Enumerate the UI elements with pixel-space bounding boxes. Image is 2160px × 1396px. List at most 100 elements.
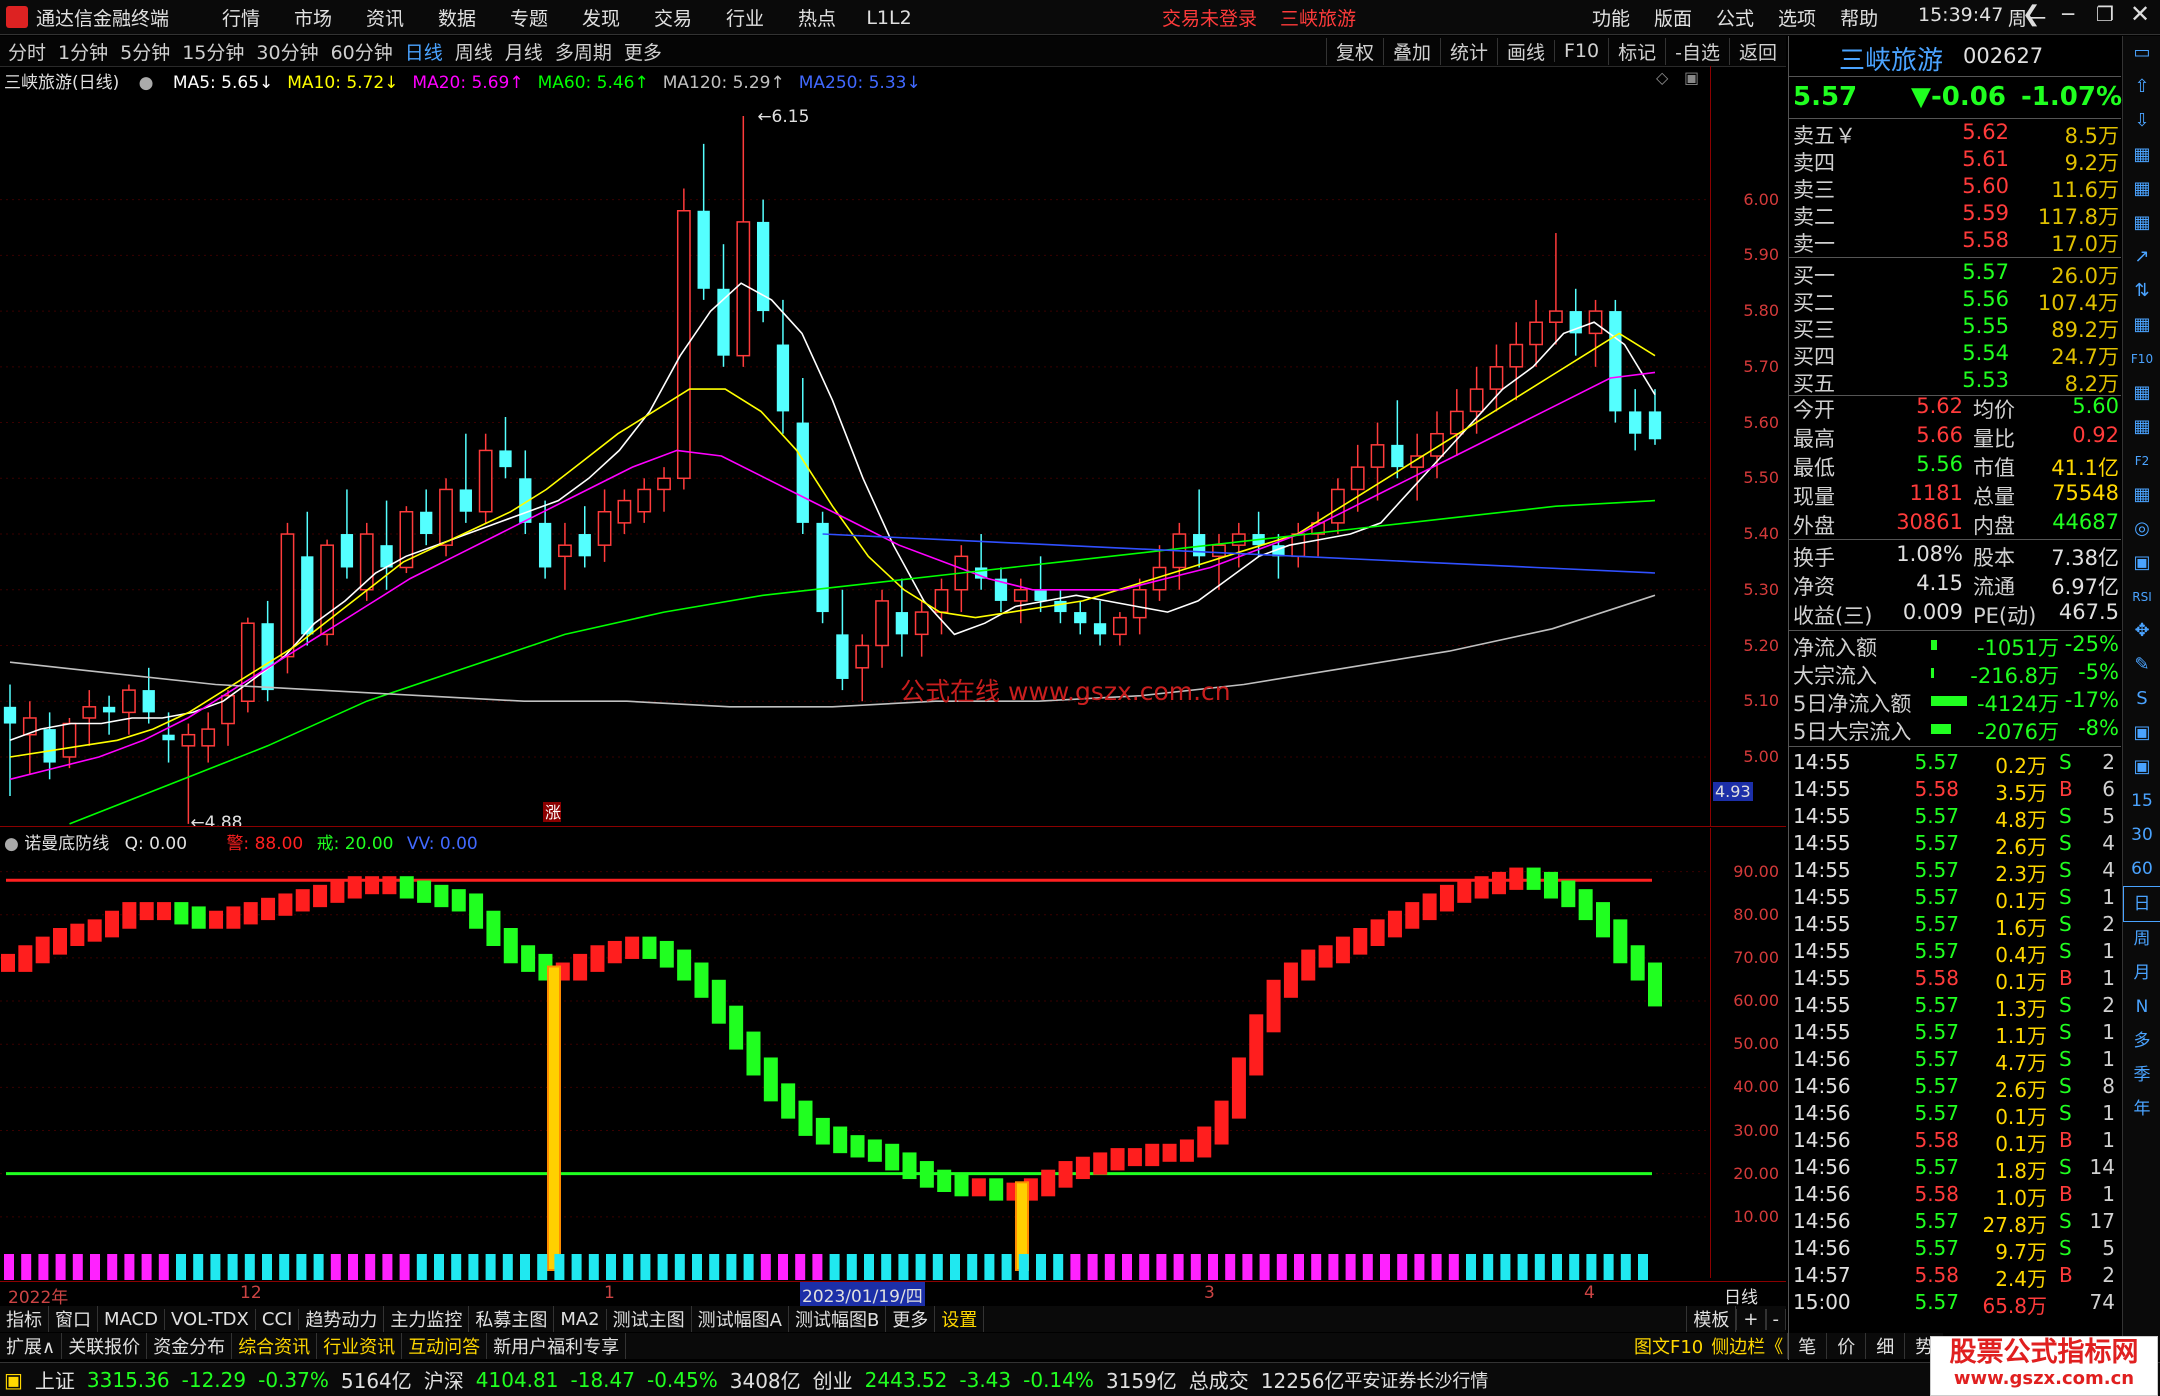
indicator-tab-1[interactable]: 窗口 (49, 1306, 98, 1332)
tool-button-0[interactable]: 复权 (1325, 37, 1383, 65)
tool-button-4[interactable]: F10 (1554, 40, 1608, 62)
menu-item-3[interactable]: 数据 (421, 4, 493, 31)
sidebar-tool-icon[interactable]: ▦ (2123, 172, 2160, 206)
sidebar-tool-icon[interactable]: ▦ (2123, 206, 2160, 240)
sidebar-tool-icon[interactable]: ▦ (2123, 410, 2160, 444)
period-tab-3[interactable]: 15分钟 (176, 38, 250, 65)
sidebar-tool-icon[interactable]: ↗ (2123, 240, 2160, 274)
menu-item-6[interactable]: 交易 (637, 4, 709, 31)
expand-icon[interactable]: ▣ (4, 1368, 23, 1392)
side-tab-1[interactable]: 侧边栏《 (1707, 1333, 1787, 1359)
minimize-icon[interactable]: ─ (2062, 2, 2074, 26)
sidebar-tool-icon[interactable]: ▦ (2123, 308, 2160, 342)
close-icon[interactable]: ✕ (2130, 0, 2150, 28)
menu-item-9[interactable]: L1L2 (853, 7, 925, 29)
indicator-tab-3[interactable]: VOL-TDX (165, 1308, 256, 1330)
period-tab-4[interactable]: 30分钟 (250, 38, 324, 65)
sidebar-tool-icon[interactable]: ⇩ (2123, 104, 2160, 138)
menu-item-1[interactable]: 市场 (277, 4, 349, 31)
sidebar-tool-icon[interactable]: ✥ (2123, 614, 2160, 648)
right-menu-item-1[interactable]: 版面 (1654, 4, 1692, 31)
right-menu-item-2[interactable]: 公式 (1716, 4, 1754, 31)
period-tab-7[interactable]: 周线 (449, 38, 499, 65)
period-tab-10[interactable]: 更多 (618, 38, 668, 65)
tool-button-6[interactable]: -自选 (1665, 37, 1729, 65)
period-tab-6[interactable]: 日线 (399, 38, 449, 65)
side-tab-0[interactable]: 图文F10 (1630, 1333, 1707, 1359)
indicator-tab-5[interactable]: 趋势动力 (299, 1306, 385, 1332)
candlestick-chart[interactable]: ←6.15 ←4.88 公式在线 www.gszx.com.cn 涨 (0, 86, 1708, 826)
period-tab-1[interactable]: 1分钟 (52, 38, 114, 65)
menu-item-0[interactable]: 行情 (205, 4, 277, 31)
info-tab-2[interactable]: 资金分布 (147, 1333, 233, 1359)
sidebar-tool-icon[interactable]: ▣ (2123, 546, 2160, 580)
sidebar-tool-icon[interactable]: ▦ (2123, 138, 2160, 172)
tab-right-2[interactable]: - (1765, 1308, 1786, 1330)
period-tab-5[interactable]: 60分钟 (325, 38, 399, 65)
sidebar-tool-icon[interactable]: ▣ (2123, 750, 2160, 784)
login-status[interactable]: 交易未登录 (1162, 4, 1257, 31)
indicator-tab-11[interactable]: 测试幅图B (789, 1306, 887, 1332)
indicator-tab-13[interactable]: 设置 (935, 1306, 985, 1332)
sidebar-tool-icon[interactable]: F2 (2123, 444, 2160, 478)
menu-item-4[interactable]: 专题 (493, 4, 565, 31)
period-side-1[interactable]: 30 (2123, 818, 2160, 852)
period-tab-8[interactable]: 月线 (499, 38, 549, 65)
period-side-6[interactable]: N (2123, 990, 2160, 1024)
sh-name[interactable]: 上证 (35, 1365, 75, 1394)
indicator-tab-4[interactable]: CCI (256, 1308, 300, 1330)
sidebar-tool-icon[interactable]: ⇅ (2123, 274, 2160, 308)
period-side-8[interactable]: 季 (2123, 1058, 2160, 1092)
menu-item-8[interactable]: 热点 (781, 4, 853, 31)
indicator-tab-9[interactable]: 测试主图 (607, 1306, 692, 1332)
tool-button-1[interactable]: 叠加 (1382, 37, 1440, 65)
menu-item-2[interactable]: 资讯 (349, 4, 421, 31)
info-tab-1[interactable]: 关联报价 (62, 1333, 148, 1359)
sidebar-tool-icon[interactable]: ▦ (2123, 376, 2160, 410)
sidebar-tool-icon[interactable]: ▭ (2123, 36, 2160, 70)
period-side-4[interactable]: 周 (2123, 922, 2160, 956)
tool-button-3[interactable]: 画线 (1496, 37, 1554, 65)
period-side-7[interactable]: 多 (2123, 1024, 2160, 1058)
indicator-tab-7[interactable]: 私募主图 (469, 1306, 555, 1332)
period-side-9[interactable]: 年 (2123, 1092, 2160, 1126)
indicator-tab-10[interactable]: 测试幅图A (692, 1306, 789, 1332)
sidebar-tool-icon[interactable]: ✎ (2123, 648, 2160, 682)
norman-indicator-chart[interactable] (0, 828, 1708, 1280)
window-icon[interactable]: ▣ (1684, 68, 1699, 87)
restore-icon[interactable]: ❐ (2096, 2, 2114, 26)
sidebar-tool-icon[interactable]: ⇧ (2123, 70, 2160, 104)
indicator-tab-6[interactable]: 主力监控 (384, 1306, 470, 1332)
period-side-2[interactable]: 60 (2123, 852, 2160, 886)
info-tab-3[interactable]: 综合资讯 (232, 1333, 318, 1359)
period-tab-0[interactable]: 分时 (2, 38, 52, 65)
right-menu-item-0[interactable]: 功能 (1592, 4, 1630, 31)
sidebar-tool-icon[interactable]: F10 (2123, 342, 2160, 376)
tool-button-7[interactable]: 返回 (1728, 37, 1786, 65)
info-tab-4[interactable]: 行业资讯 (317, 1333, 403, 1359)
sidebar-tool-icon[interactable]: ▦ (2123, 478, 2160, 512)
indicator-tab-8[interactable]: MA2 (554, 1308, 607, 1330)
sidebar-tool-icon[interactable]: ◎ (2123, 512, 2160, 546)
tab-right-1[interactable]: + (1736, 1308, 1766, 1330)
indicator-tab-0[interactable]: 指标 (0, 1306, 49, 1332)
period-tab-2[interactable]: 5分钟 (114, 38, 176, 65)
back-icon[interactable]: ❮ (2022, 2, 2040, 27)
right-menu-item-3[interactable]: 选项 (1778, 4, 1816, 31)
sidebar-tool-icon[interactable]: ▣ (2123, 716, 2160, 750)
sidebar-tool-icon[interactable]: S (2123, 682, 2160, 716)
indicator-tab-12[interactable]: 更多 (886, 1306, 936, 1332)
menu-item-7[interactable]: 行业 (709, 4, 781, 31)
sidebar-tool-icon[interactable]: RSI (2123, 580, 2160, 614)
info-tab-5[interactable]: 互动问答 (402, 1333, 488, 1359)
info-tab-0[interactable]: 扩展∧ (0, 1333, 63, 1359)
menu-item-5[interactable]: 发现 (565, 4, 637, 31)
tab-right-0[interactable]: 模板 (1686, 1306, 1737, 1332)
indicator-tab-2[interactable]: MACD (98, 1308, 165, 1330)
period-side-3[interactable]: 日 (2123, 886, 2160, 922)
info-tab-6[interactable]: 新用户福利专享 (487, 1333, 627, 1359)
diamond-icon[interactable]: ◇ (1656, 68, 1668, 87)
period-side-5[interactable]: 月 (2123, 956, 2160, 990)
period-side-0[interactable]: 15 (2123, 784, 2160, 818)
tool-button-5[interactable]: 标记 (1608, 37, 1665, 65)
